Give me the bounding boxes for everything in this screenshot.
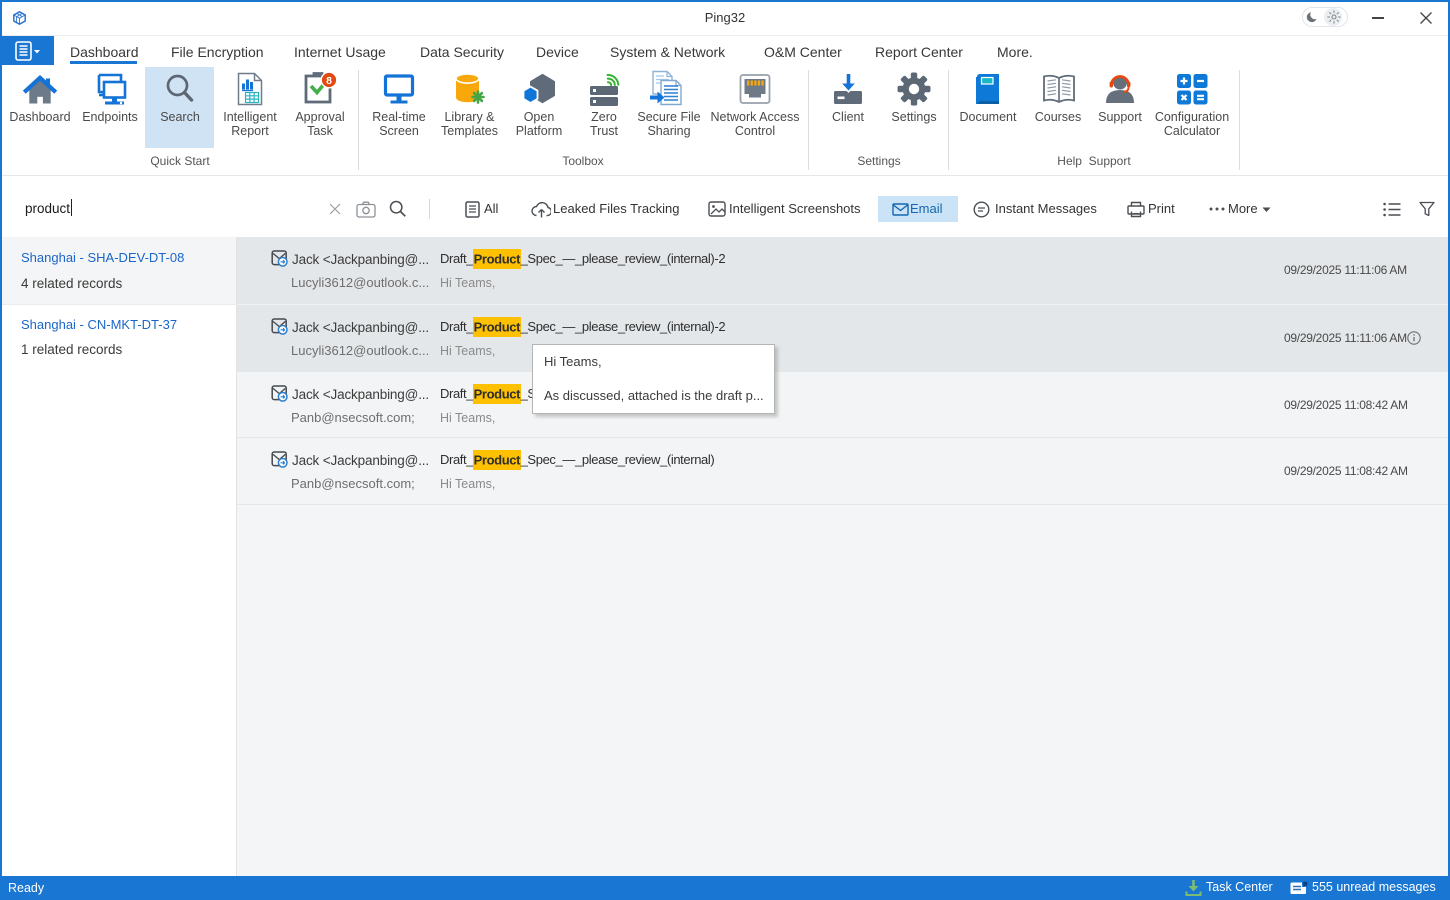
svg-text:8: 8 <box>326 75 332 87</box>
